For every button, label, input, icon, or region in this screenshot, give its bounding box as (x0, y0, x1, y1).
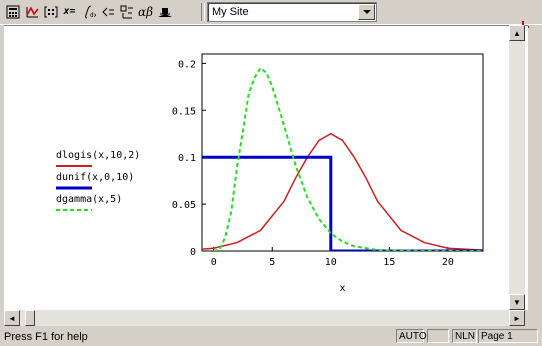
status-bar: Press F1 for help AUTO NLN Page 1 (0, 328, 542, 346)
y-tick-label: 0.2 (178, 59, 196, 70)
plot-frame (201, 53, 484, 252)
status-nlm: NLN (452, 329, 477, 343)
resource-combo-value: My Site (212, 6, 249, 18)
matrix-icon[interactable] (42, 3, 59, 20)
programming-icon[interactable] (118, 3, 135, 20)
x-tick-label: 10 (325, 257, 337, 268)
distribution-plot[interactable]: 0 5 10 15 20 0 0.05 0.1 0.15 0.2 x (4, 26, 528, 311)
status-help-text: Press F1 for help (4, 331, 88, 343)
evaluation-icon[interactable]: x= (61, 3, 78, 20)
boolean-icon[interactable] (99, 3, 116, 20)
chevron-down-icon (362, 9, 371, 14)
status-auto: AUTO (396, 329, 427, 343)
combo-dropdown-button[interactable] (358, 4, 375, 20)
scroll-right-button[interactable]: ► (509, 310, 525, 326)
scroll-thumb[interactable] (25, 310, 35, 326)
worksheet-area[interactable]: dlogis(x,10,2) dunif(x,0,10) dgamma(x,5)… (4, 25, 528, 311)
y-tick-label: 0.05 (172, 200, 196, 211)
scroll-up-button[interactable]: ▲ (509, 25, 525, 41)
scroll-left-button[interactable]: ◄ (4, 310, 20, 326)
resource-combo[interactable]: My Site (207, 2, 377, 22)
x-tick-label: 15 (383, 257, 395, 268)
calculus-icon[interactable]: dx (80, 3, 97, 20)
greek-icon[interactable]: αβ (137, 3, 154, 20)
y-tick-label: 0.15 (172, 106, 196, 117)
graph-icon[interactable] (23, 3, 40, 20)
calculator-icon[interactable] (4, 3, 21, 20)
toolbar-separator (201, 3, 205, 21)
svg-text:dx: dx (90, 12, 96, 19)
horizontal-scrollbar[interactable]: ◄ ► (4, 310, 525, 326)
y-tick-label: 0 (190, 247, 196, 258)
symbolic-icon[interactable] (156, 3, 173, 20)
x-axis-label: x (339, 283, 345, 294)
size-grip (525, 310, 542, 327)
x-tick-label: 0 (211, 257, 217, 268)
status-spacer (427, 329, 449, 343)
x-tick-label: 20 (442, 257, 454, 268)
y-tick-label: 0.1 (178, 153, 196, 164)
vertical-scrollbar[interactable]: ▲ ▼ (509, 25, 525, 310)
math-toolbar: x= dx αβ My Site (0, 0, 542, 33)
status-page: Page 1 (478, 329, 538, 343)
x-tick-label: 5 (269, 257, 275, 268)
scroll-down-button[interactable]: ▼ (509, 294, 525, 310)
